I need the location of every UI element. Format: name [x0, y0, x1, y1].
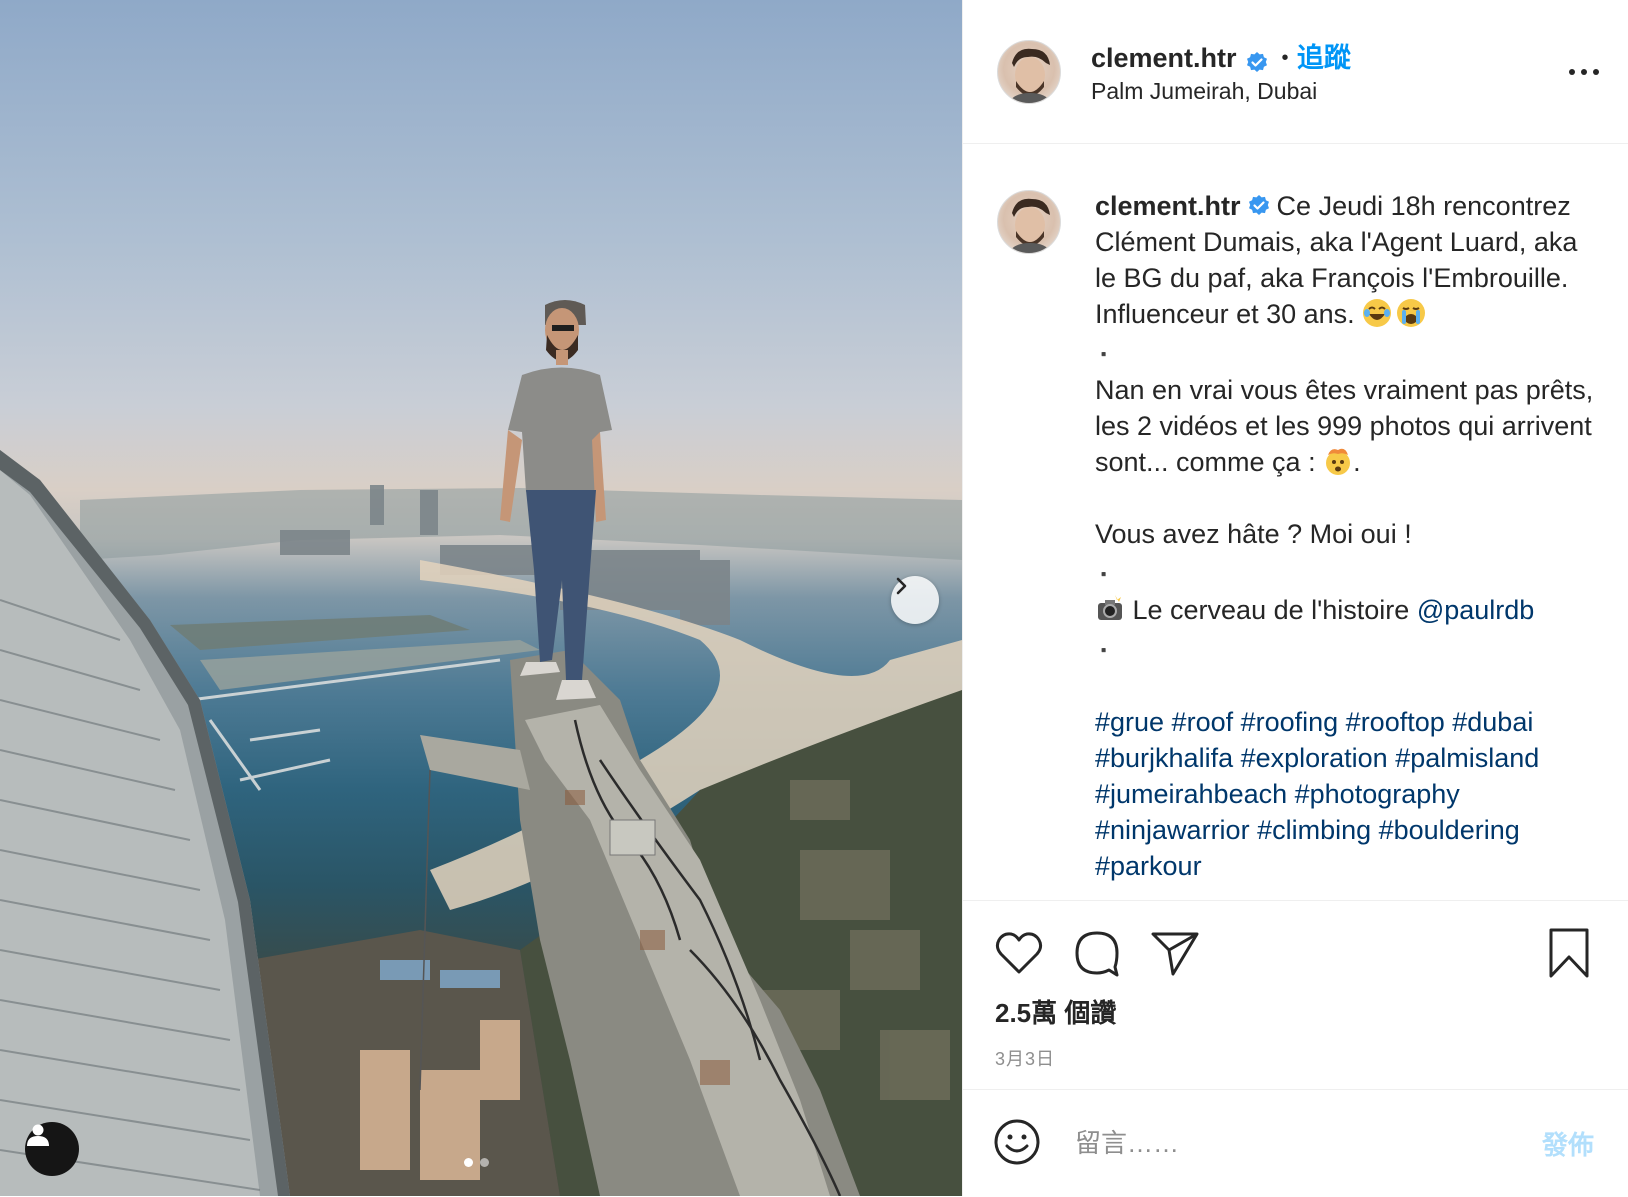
avatar-image — [1008, 198, 1052, 253]
share-button[interactable] — [1149, 927, 1201, 979]
mention-link[interactable]: @paulrdb — [1417, 595, 1534, 625]
post-comment-button[interactable]: 發佈 — [1542, 1125, 1594, 1162]
likes-count[interactable]: 2.5萬 個讚 — [995, 993, 1116, 1030]
comment-button[interactable] — [1071, 927, 1123, 979]
post-photo[interactable] — [0, 0, 962, 1196]
chevron-right-icon — [896, 577, 907, 595]
comment-bar: 發佈 — [963, 1089, 1628, 1197]
post-actions: 2.5萬 個讚 3月3日 — [963, 900, 1628, 1091]
caption-line: Vous avez hâte ? Moi oui ! — [1095, 519, 1412, 549]
caption-period: . — [1353, 447, 1361, 477]
emoji-button[interactable] — [991, 1116, 1043, 1168]
header-separator: • — [1281, 47, 1289, 69]
heart-icon — [995, 932, 1043, 974]
header-username[interactable]: clement.htr — [1091, 43, 1237, 73]
caption-avatar[interactable] — [997, 190, 1061, 254]
next-photo-button[interactable] — [891, 576, 939, 624]
bookmark-icon — [1549, 928, 1589, 978]
camera-flash-emoji-icon — [1098, 595, 1122, 620]
caption-username[interactable]: clement.htr — [1095, 191, 1241, 221]
caption-line: Le cerveau de l'histoire — [1125, 595, 1417, 625]
smiley-icon — [994, 1119, 1040, 1165]
verified-badge-icon — [1247, 51, 1267, 72]
follow-button[interactable]: 追蹤 — [1297, 43, 1351, 73]
carousel-dot-active — [464, 1158, 473, 1167]
carousel-dot — [480, 1158, 489, 1167]
post-header: clement.htr • 追蹤 Palm Jumeirah, Dubai — [963, 0, 1628, 144]
post-side-panel: clement.htr • 追蹤 Palm Jumeirah, Dubai cl… — [962, 0, 1628, 1196]
caption-separator: ▪️ — [1095, 566, 1113, 582]
verified-badge-icon — [1248, 194, 1269, 215]
tagged-users-button[interactable] — [25, 1122, 79, 1176]
crying-emoji-icon — [1397, 299, 1426, 327]
caption-separator: ▪️ — [1095, 642, 1113, 658]
more-horizontal-icon — [1569, 69, 1599, 75]
avatar[interactable] — [997, 40, 1061, 104]
caption-separator: ▪️ — [1095, 346, 1113, 362]
header-user-line: clement.htr • 追蹤 — [1091, 36, 1351, 75]
avatar-image — [1008, 48, 1052, 103]
user-icon — [27, 1124, 49, 1146]
more-options-button[interactable] — [1566, 60, 1602, 84]
exploding-head-emoji-icon — [1326, 448, 1351, 475]
save-button[interactable] — [1543, 927, 1595, 979]
post-location[interactable]: Palm Jumeirah, Dubai — [1091, 78, 1317, 105]
photo-scene — [0, 300, 962, 1196]
post-caption: clement.htr Ce Jeudi 18h rencontrez Cléme… — [1095, 188, 1595, 894]
comment-icon — [1075, 931, 1119, 977]
laughing-emoji-icon — [1363, 299, 1392, 327]
like-button[interactable] — [993, 927, 1045, 979]
hashtags[interactable]: #grue #roof #roofing #rooftop #dubai #bu… — [1095, 707, 1547, 881]
paper-plane-icon — [1151, 932, 1199, 976]
post-date[interactable]: 3月3日 — [995, 1045, 1055, 1071]
comment-input[interactable] — [1073, 1120, 1507, 1166]
carousel-indicator — [464, 1158, 489, 1167]
